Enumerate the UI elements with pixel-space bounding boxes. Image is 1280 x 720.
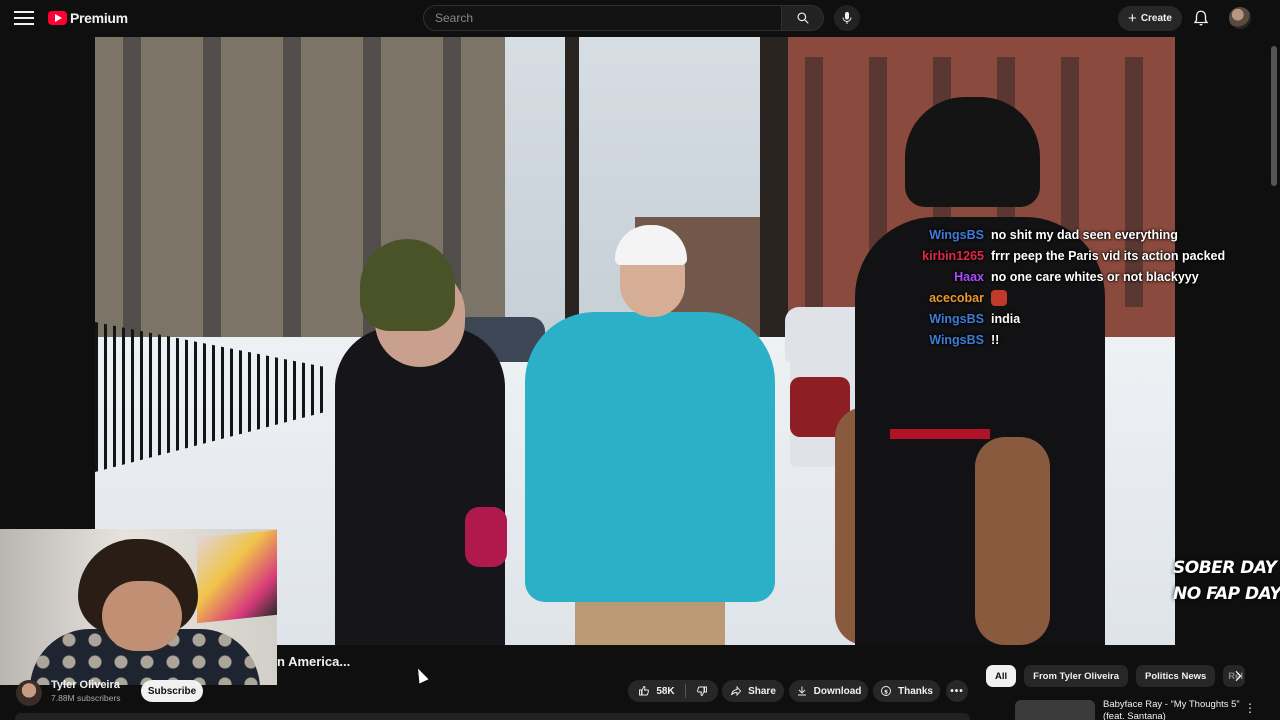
recommendation-title[interactable]: Babyface Ray - “My Thoughts 5” (feat. Sa… [1103,699,1241,720]
chat-text: !! [991,332,1000,347]
logo-text: Premium [70,10,128,26]
webcam-overlay [0,529,277,685]
chip-politics-news[interactable]: Politics News [1136,665,1216,687]
like-count: 58K [656,685,675,697]
search-bar [423,5,860,31]
youtube-premium-logo[interactable]: Premium [48,10,128,26]
create-button[interactable]: + Create [1118,6,1182,31]
chat-username: WingsBS [929,332,984,347]
streak-overlay: SOBER DAY - I NO FAP DAY - 0 [1173,555,1280,607]
dislike-button[interactable] [686,680,718,702]
plus-icon: + [1128,10,1137,27]
chevron-right-icon[interactable] [1230,668,1246,684]
chat-message: Haax no one care whites or not blackyyy [880,266,1240,287]
scene-person [525,312,775,602]
chat-overlay: WingsBS no shit my dad seen everything kir… [880,224,1240,350]
menu-icon[interactable] [14,11,34,27]
recommendation-title-line: (feat. Santana) [1103,711,1166,720]
more-horizontal-icon: ••• [950,685,964,697]
chat-username: Haax [954,269,984,284]
recommendation-title-line: Babyface Ray - “My Thoughts 5” [1103,699,1240,710]
chat-username: kirbin1265 [922,248,984,263]
page-scrollbar[interactable] [1271,46,1277,186]
search-input[interactable] [423,5,782,31]
chat-username: acecobar [929,290,984,305]
search-icon [796,12,809,24]
recommendation-chips: All From Tyler Oliveira Politics News Rel [986,665,1253,687]
more-vertical-icon[interactable]: ⋮ [1244,701,1256,715]
video-title: n America... [277,654,351,669]
recommendation-thumbnail[interactable] [1015,700,1095,720]
share-label: Share [748,685,776,697]
chip-from-tyler-oliveira[interactable]: From Tyler Oliveira [1024,665,1129,687]
microphone-icon [842,12,852,24]
chat-text: no one care whites or not blackyyy [991,269,1199,284]
download-label: Download [813,685,862,697]
webcam-person-face [102,581,182,651]
channel-avatar[interactable] [16,680,42,706]
more-actions-button[interactable]: ••• [946,680,968,702]
chat-message: kirbin1265 frrr peep the Paris vid its ac… [880,245,1240,266]
like-button[interactable]: 58K [628,680,684,702]
mouse-cursor-icon [413,666,429,684]
download-icon [797,686,806,696]
chat-username: WingsBS [929,311,984,326]
voice-search-button[interactable] [834,5,860,31]
sober-day-text: SOBER DAY - I [1173,558,1280,578]
chat-message: acecobar [880,287,1240,308]
like-dislike-group: 58K [628,680,718,702]
youtube-play-icon [48,11,67,25]
scene-person [975,437,1050,645]
thanks-button[interactable]: $ Thanks [873,680,940,702]
super-thanks-icon: $ [881,686,891,696]
chat-text: frrr peep the Paris vid its action packe… [991,248,1226,263]
chat-text: india [991,311,1021,326]
scene-glove [465,507,507,567]
download-button[interactable]: Download [789,680,868,702]
webcam-tv [197,529,277,624]
notifications-bell-icon[interactable] [1192,9,1210,27]
chat-username: WingsBS [929,227,984,242]
scene-person [335,327,505,645]
scene-stripe [890,429,990,439]
thanks-label: Thanks [897,685,933,697]
chat-message: WingsBS!! [880,329,1240,350]
subscribe-button[interactable]: Subscribe [141,680,203,702]
description-box-edge [15,713,970,720]
chat-message: WingsBS no shit my dad seen everything [880,224,1240,245]
thumbs-down-icon [696,686,707,696]
chat-message: WingsBS india [880,308,1240,329]
search-button[interactable] [782,5,824,31]
subscriber-count: 7.88M subscribers [51,693,121,703]
no-fap-day-text: NO FAP DAY - 0 [1173,584,1280,604]
thumbs-up-icon [639,686,650,696]
masthead: Premium + Create [0,0,1280,37]
share-icon [731,685,742,697]
scene-person [905,97,1040,207]
chip-all[interactable]: All [986,665,1017,687]
channel-name[interactable]: Tyler Oliveira [51,679,120,691]
share-button[interactable]: Share [722,680,784,702]
account-avatar[interactable] [1229,7,1251,29]
chat-text: no shit my dad seen everything [991,227,1178,242]
devil-emote [991,289,1007,306]
create-label: Create [1140,13,1172,24]
scene-person [360,239,455,331]
svg-text:$: $ [884,689,888,695]
